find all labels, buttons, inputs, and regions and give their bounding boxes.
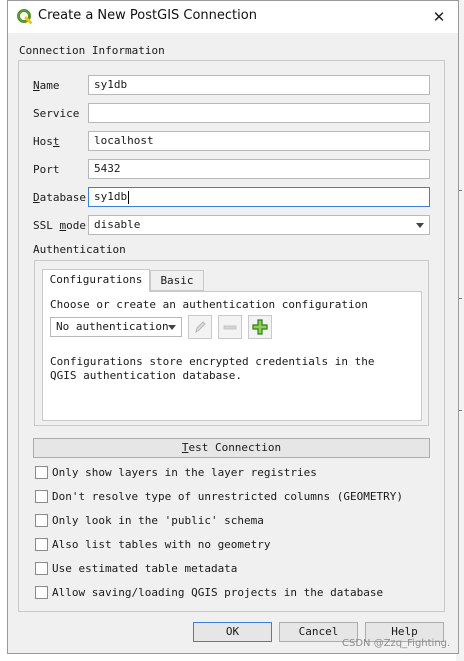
option-label: Allow saving/loading QGIS projects in th… (52, 586, 384, 599)
database-label: Database (33, 191, 86, 204)
option-checkbox[interactable] (35, 466, 48, 479)
database-value: sy1db (94, 190, 128, 203)
option-checkbox[interactable] (35, 538, 48, 551)
section-connection-information: Connection Information (19, 44, 165, 57)
add-config-button[interactable] (248, 315, 272, 339)
option-label: Also list tables with no geometry (52, 538, 271, 551)
test-connection-button[interactable]: Test Connection (33, 438, 430, 458)
option-checkbox[interactable] (35, 562, 48, 575)
auth-description: Configurations store encrypted credentia… (50, 355, 375, 382)
ssl-mode-value: disable (94, 218, 141, 231)
host-input[interactable]: localhost (88, 131, 430, 151)
remove-config-button[interactable] (218, 315, 242, 339)
name-input[interactable]: sy1db (88, 75, 430, 95)
plus-icon (252, 319, 268, 335)
port-input[interactable]: 5432 (88, 159, 430, 179)
tab-basic[interactable]: Basic (150, 270, 204, 291)
option-label: Don't resolve type of unrestricted colum… (52, 490, 403, 503)
close-button[interactable]: ✕ (428, 6, 450, 28)
chevron-down-icon (416, 223, 424, 228)
text-caret (128, 190, 130, 204)
window-title: Create a New PostGIS Connection (38, 8, 257, 23)
option-checkbox[interactable] (35, 490, 48, 503)
service-input[interactable] (88, 103, 430, 123)
port-label: Port (33, 163, 60, 176)
ok-button[interactable]: OK (193, 622, 272, 642)
service-label: Service (33, 107, 80, 120)
option-checkbox[interactable] (35, 514, 48, 527)
host-label: Host (33, 135, 60, 148)
pencil-icon (195, 321, 206, 334)
auth-config-value: No authentication (56, 320, 169, 333)
option-label: Use estimated table metadata (52, 562, 238, 575)
option-label: Only look in the 'public' schema (52, 514, 264, 527)
option-label: Only show layers in the layer registries (52, 466, 317, 479)
minus-icon (223, 325, 237, 330)
name-label: Name (33, 79, 60, 92)
watermark-text: CSDN @Zzq_Fighting. (342, 638, 451, 649)
authentication-label: Authentication (33, 243, 126, 256)
ssl-mode-select[interactable]: disable (88, 215, 430, 235)
tab-configurations[interactable]: Configurations (42, 269, 150, 292)
ssl-mode-label: SSL mode (33, 219, 86, 232)
database-input[interactable]: sy1db (88, 187, 430, 207)
option-checkbox[interactable] (35, 586, 48, 599)
qgis-logo-icon (17, 9, 32, 24)
title-bar: Create a New PostGIS Connection ✕ (8, 1, 458, 33)
auth-config-select[interactable]: No authentication (50, 317, 182, 337)
postgis-connection-dialog: Create a New PostGIS Connection ✕ Connec… (7, 0, 459, 654)
auth-prompt: Choose or create an authentication confi… (50, 298, 368, 311)
chevron-down-icon (168, 325, 176, 330)
edit-config-button[interactable] (188, 315, 212, 339)
